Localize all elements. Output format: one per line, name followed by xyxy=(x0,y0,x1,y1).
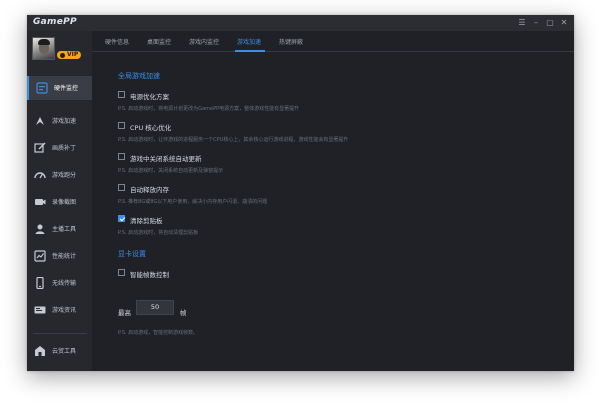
sidebar-item-label: 游戏跑分 xyxy=(52,172,77,179)
cpu-core-description: P.S. 启动游戏时，让环游戏的进程服务一个CPU核心上，其余核心运行游戏进程，… xyxy=(118,137,349,143)
cpu-core-label: CPU 核心优化 xyxy=(130,124,172,132)
sidebar-item-game-news[interactable]: 游戏资讯 xyxy=(27,298,92,322)
free-memory-label: 自动释放内存 xyxy=(130,186,169,194)
power-plan-label: 电源优化方案 xyxy=(130,93,169,101)
sidebar-item-performance-stats[interactable]: 性能统计 xyxy=(27,244,92,268)
power-plan-description: P.S. 启动游戏时，将电源计划更改为GamePP电源方案，整体游戏性能有显著提… xyxy=(118,106,300,112)
close-button[interactable]: ✕ xyxy=(558,17,570,29)
streamer-tools-icon xyxy=(35,224,45,234)
active-tab-indicator xyxy=(235,50,265,52)
wireless-transfer-icon xyxy=(36,277,44,289)
vip-icon xyxy=(60,52,65,58)
main-content: 全局游戏加速 电源优化方案 P.S. 启动游戏时，将电源计划更改为GamePP电… xyxy=(92,53,574,371)
cpu-core-checkbox[interactable] xyxy=(118,122,125,129)
benchmark-icon xyxy=(34,172,46,179)
disable-updates-label: 游戏中关闭系统自动更新 xyxy=(130,155,202,163)
smart-fps-label: 智能帧数控制 xyxy=(130,271,169,279)
app-logo: GamePP xyxy=(33,17,77,27)
tab-bar: 硬件信息 桌面监控 游戏内监控 游戏加速 热键屏蔽 xyxy=(92,31,574,52)
tab-game-boost[interactable]: 游戏加速 xyxy=(237,37,261,46)
sidebar-item-label: 云贸工具 xyxy=(52,348,77,355)
clear-clipboard-checkbox[interactable] xyxy=(118,215,125,222)
disable-updates-checkbox[interactable] xyxy=(118,153,125,160)
minimize-button[interactable]: – xyxy=(530,17,542,29)
section-title-gpu-settings: 显卡设置 xyxy=(118,250,146,258)
sidebar-item-benchmark[interactable]: 游戏跑分 xyxy=(27,163,92,187)
tab-in-game-monitor[interactable]: 游戏内监控 xyxy=(189,37,219,46)
sidebar-item-streamer-tools[interactable]: 主播工具 xyxy=(27,217,92,241)
smart-fps-checkbox[interactable] xyxy=(118,269,125,276)
sidebar-item-label: 录像截图 xyxy=(52,199,77,206)
cloud-tools-icon xyxy=(35,346,45,356)
tab-hotkey-block[interactable]: 热键屏蔽 xyxy=(279,37,303,46)
user-profile[interactable]: VIP xyxy=(32,37,90,65)
sidebar-item-label: 游戏资讯 xyxy=(52,307,77,314)
sidebar-item-recording[interactable]: 录像截图 xyxy=(27,190,92,214)
sidebar-item-label: 硬件监控 xyxy=(54,85,79,92)
graphics-patch-icon xyxy=(34,142,46,153)
vip-badge: VIP xyxy=(57,51,82,59)
menu-button[interactable]: ☰ xyxy=(516,17,528,29)
performance-stats-icon xyxy=(34,250,46,262)
game-news-icon xyxy=(34,306,46,314)
sidebar-item-label: 画质补丁 xyxy=(52,145,77,152)
sidebar-item-wireless-transfer[interactable]: 无线传输 xyxy=(27,271,92,295)
tab-hardware-info[interactable]: 硬件信息 xyxy=(105,37,129,46)
sidebar-divider xyxy=(33,333,87,334)
recording-icon xyxy=(35,199,46,205)
free-memory-checkbox[interactable] xyxy=(118,184,125,191)
sidebar: VIP 硬件监控 游戏加速 画质补丁 游戏跑分 录像截图 主播工具 性能统计 无… xyxy=(27,31,92,371)
avatar[interactable] xyxy=(32,37,55,60)
avatar-hair xyxy=(38,39,50,45)
fps-unit-label: 帧 xyxy=(180,309,187,317)
power-plan-checkbox[interactable] xyxy=(118,91,125,98)
smart-fps-description: P.S. 启动游戏，智能控制游戏帧数。 xyxy=(118,330,199,336)
max-fps-input[interactable]: 50 xyxy=(136,300,174,315)
max-fps-label: 最高 xyxy=(118,309,131,317)
app-window: GamePP ☰ – ▢ ✕ VIP 硬件监控 游戏加速 画质补丁 游戏跑分 录… xyxy=(27,15,574,371)
disable-updates-description: P.S. 启动游戏时，关闭系统自动更新及弹窗提示 xyxy=(118,168,224,174)
maximize-button[interactable]: ▢ xyxy=(544,17,556,29)
window-controls: ☰ – ▢ ✕ xyxy=(516,17,570,29)
free-memory-description: P.S. 推荐8G或8G以下用户使用，解决小内存用户闪退、崩溃的问题 xyxy=(118,199,268,205)
section-title-global-boost: 全局游戏加速 xyxy=(118,72,160,80)
tab-desktop-monitor[interactable]: 桌面监控 xyxy=(147,37,171,46)
sidebar-item-label: 主播工具 xyxy=(52,226,77,233)
sidebar-item-label: 无线传输 xyxy=(52,280,77,287)
clear-clipboard-label: 清除剪贴板 xyxy=(130,217,163,225)
sidebar-item-graphics-patch[interactable]: 画质补丁 xyxy=(27,136,92,160)
sidebar-item-label: 游戏加速 xyxy=(52,118,77,125)
sidebar-item-hardware-monitor[interactable]: 硬件监控 xyxy=(27,76,92,100)
sidebar-item-label: 性能统计 xyxy=(52,253,77,260)
sidebar-item-cloud-tools[interactable]: 云贸工具 xyxy=(27,339,92,363)
vip-badge-label: VIP xyxy=(67,51,79,58)
game-boost-icon xyxy=(36,117,44,125)
sidebar-item-game-boost[interactable]: 游戏加速 xyxy=(27,109,92,133)
title-bar[interactable]: GamePP ☰ – ▢ ✕ xyxy=(27,15,574,31)
hardware-monitor-icon xyxy=(36,82,48,94)
clear-clipboard-description: P.S. 启动游戏时，将自动清理剪贴板 xyxy=(118,230,199,236)
